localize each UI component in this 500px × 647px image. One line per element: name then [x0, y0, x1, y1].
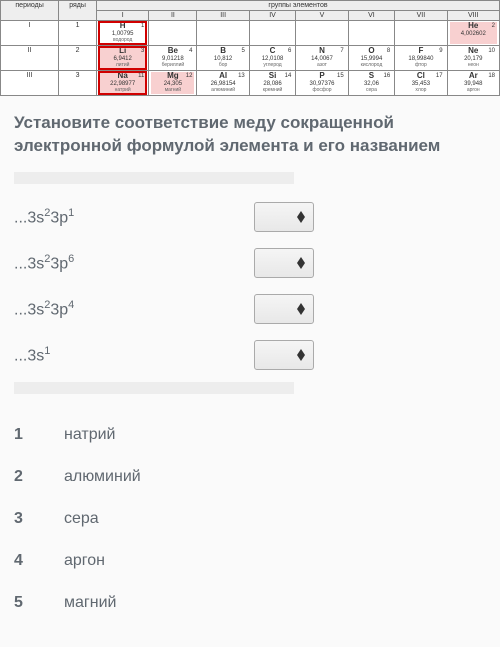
- element-cell: 14Si28,086кремний: [249, 71, 296, 96]
- formula-row: ...3s1: [0, 332, 500, 378]
- element-cell: 10Ne20,179неон: [447, 46, 499, 71]
- sort-icon: [297, 257, 305, 269]
- group-V: V: [296, 11, 348, 21]
- element-cell: 9F18,99840фтор: [395, 46, 447, 71]
- formula-text: ...3s23p4: [14, 299, 254, 319]
- match-dropdown[interactable]: [254, 294, 314, 324]
- formula-text: ...3s23p6: [14, 253, 254, 273]
- element-cell: 6C12,0108углерод: [249, 46, 296, 71]
- element-cell: [395, 21, 447, 46]
- element-cell: 4Be9,01218бериллий: [149, 46, 197, 71]
- element-cell: 8O15,9994кислород: [348, 46, 395, 71]
- answer-label: сера: [64, 510, 99, 528]
- element-cell: 12Mg24,305магний: [149, 71, 197, 96]
- question-text: Установите соответствие меду сокращенной…: [0, 96, 500, 168]
- formula-text: ...3s23p1: [14, 207, 254, 227]
- element-cell: 15P30,97376фосфор: [296, 71, 348, 96]
- group-II: II: [149, 11, 197, 21]
- element-cell: 11Na22,98977натрий: [97, 71, 149, 96]
- match-dropdown[interactable]: [254, 248, 314, 278]
- answer-number: 3: [14, 510, 64, 528]
- answer-label: аргон: [64, 552, 105, 570]
- sort-icon: [297, 303, 305, 315]
- group-VIII: VIII: [447, 11, 499, 21]
- formula-row: ...3s23p6: [0, 240, 500, 286]
- answer-row: 4аргон: [14, 540, 486, 582]
- answer-number: 2: [14, 468, 64, 486]
- answer-row: 1натрий: [14, 414, 486, 456]
- element-cell: 3Li6,9412литий: [97, 46, 149, 71]
- element-cell: [249, 21, 296, 46]
- divider-top: [14, 172, 294, 184]
- element-cell: 1H1,00795водород: [97, 21, 149, 46]
- divider-bottom: [14, 382, 294, 394]
- answer-number: 1: [14, 426, 64, 444]
- row-cell: 2: [59, 46, 97, 71]
- element-cell: 2He4,002602: [447, 21, 499, 46]
- element-cell: 17Cl35,453хлор: [395, 71, 447, 96]
- answer-number: 4: [14, 552, 64, 570]
- element-cell: 18Ar39,948аргон: [447, 71, 499, 96]
- group-I: I: [97, 11, 149, 21]
- group-VI: VI: [348, 11, 395, 21]
- element-cell: 16S32,06сера: [348, 71, 395, 96]
- period-cell: I: [1, 21, 59, 46]
- periodic-table: периоды ряды группы элементов IIIIIIIVVV…: [0, 0, 500, 96]
- element-cell: [348, 21, 395, 46]
- answer-number: 5: [14, 594, 64, 612]
- answer-row: 3сера: [14, 498, 486, 540]
- group-title: группы элементов: [97, 1, 500, 11]
- row-cell: 1: [59, 21, 97, 46]
- col-periods: периоды: [1, 1, 59, 21]
- formula-row: ...3s23p1: [0, 194, 500, 240]
- element-cell: [296, 21, 348, 46]
- element-cell: 7N14,0067азот: [296, 46, 348, 71]
- sort-icon: [297, 211, 305, 223]
- element-cell: 5B10,812бор: [197, 46, 249, 71]
- match-dropdown[interactable]: [254, 340, 314, 370]
- formula-row: ...3s23p4: [0, 286, 500, 332]
- answer-label: магний: [64, 594, 116, 612]
- element-cell: 13Al26,98154алюминий: [197, 71, 249, 96]
- sort-icon: [297, 349, 305, 361]
- row-cell: 3: [59, 71, 97, 96]
- answer-label: натрий: [64, 426, 115, 444]
- period-cell: III: [1, 71, 59, 96]
- col-rows: ряды: [59, 1, 97, 21]
- group-IV: IV: [249, 11, 296, 21]
- element-cell: [197, 21, 249, 46]
- match-dropdown[interactable]: [254, 202, 314, 232]
- group-III: III: [197, 11, 249, 21]
- answer-label: алюминий: [64, 468, 141, 486]
- formula-text: ...3s1: [14, 345, 254, 365]
- answer-row: 2алюминий: [14, 456, 486, 498]
- period-cell: II: [1, 46, 59, 71]
- group-VII: VII: [395, 11, 447, 21]
- answer-row: 5магний: [14, 582, 486, 624]
- element-cell: [149, 21, 197, 46]
